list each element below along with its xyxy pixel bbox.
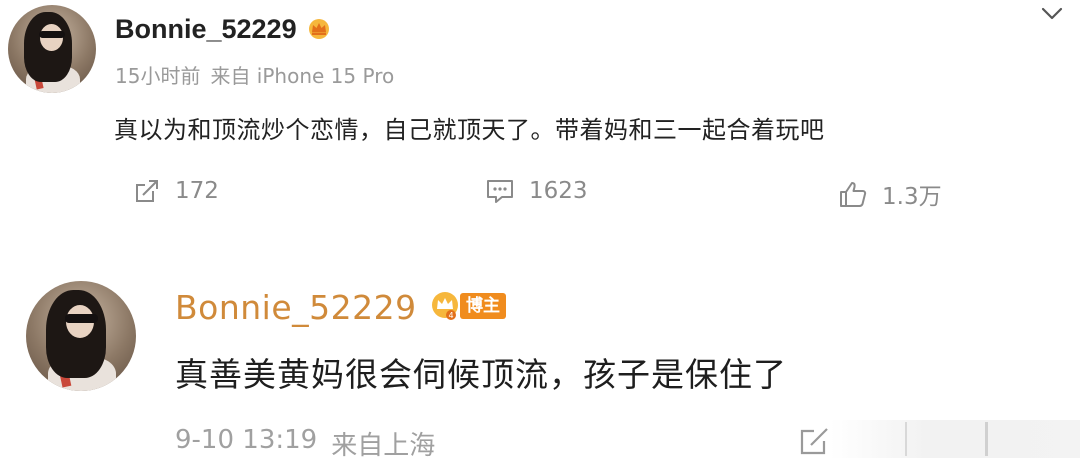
blogger-badge: 4 博主 bbox=[430, 290, 506, 322]
comment-button[interactable]: 1623 bbox=[485, 177, 588, 205]
post-text: 真以为和顶流炒个恋情，自己就顶天了。带着妈和三一起合着玩吧 bbox=[114, 116, 825, 144]
blogger-badge-icon: 4 bbox=[432, 292, 458, 320]
like-icon bbox=[840, 182, 867, 207]
post-username[interactable]: Bonnie_52229 bbox=[115, 14, 297, 45]
repost-count: 172 bbox=[175, 178, 219, 204]
glare-line-2 bbox=[985, 422, 988, 456]
svg-text:4: 4 bbox=[448, 311, 453, 320]
chevron-down-icon[interactable] bbox=[1040, 6, 1064, 26]
post-meta: 15小时前 来自 iPhone 15 Pro bbox=[115, 60, 394, 89]
glare-overlay bbox=[830, 420, 1080, 458]
like-count: 1.3万 bbox=[882, 184, 942, 210]
comment-meta: 9-10 13:19 来自上海 bbox=[175, 425, 435, 462]
post-time: 15小时前 bbox=[115, 64, 201, 88]
glare-line bbox=[905, 422, 907, 456]
comment-source: 来自上海 bbox=[331, 431, 436, 461]
comment-username[interactable]: Bonnie_52229 bbox=[175, 288, 417, 327]
comment-count: 1623 bbox=[529, 178, 588, 204]
edit-icon[interactable] bbox=[798, 425, 832, 459]
comment-avatar[interactable] bbox=[26, 281, 136, 391]
post-source: 来自 iPhone 15 Pro bbox=[210, 64, 395, 88]
repost-icon bbox=[136, 180, 158, 202]
comment-icon bbox=[487, 180, 513, 203]
repost-button[interactable]: 172 bbox=[133, 177, 219, 205]
crown-icon bbox=[307, 17, 331, 43]
comment-text: 真善美黄妈很会伺候顶流，孩子是保住了 bbox=[175, 355, 787, 394]
like-button[interactable]: 1.3万 bbox=[838, 177, 942, 211]
comment-date: 9-10 13:19 bbox=[175, 425, 318, 455]
post-avatar[interactable] bbox=[8, 5, 96, 93]
blogger-badge-label: 博主 bbox=[460, 293, 506, 319]
